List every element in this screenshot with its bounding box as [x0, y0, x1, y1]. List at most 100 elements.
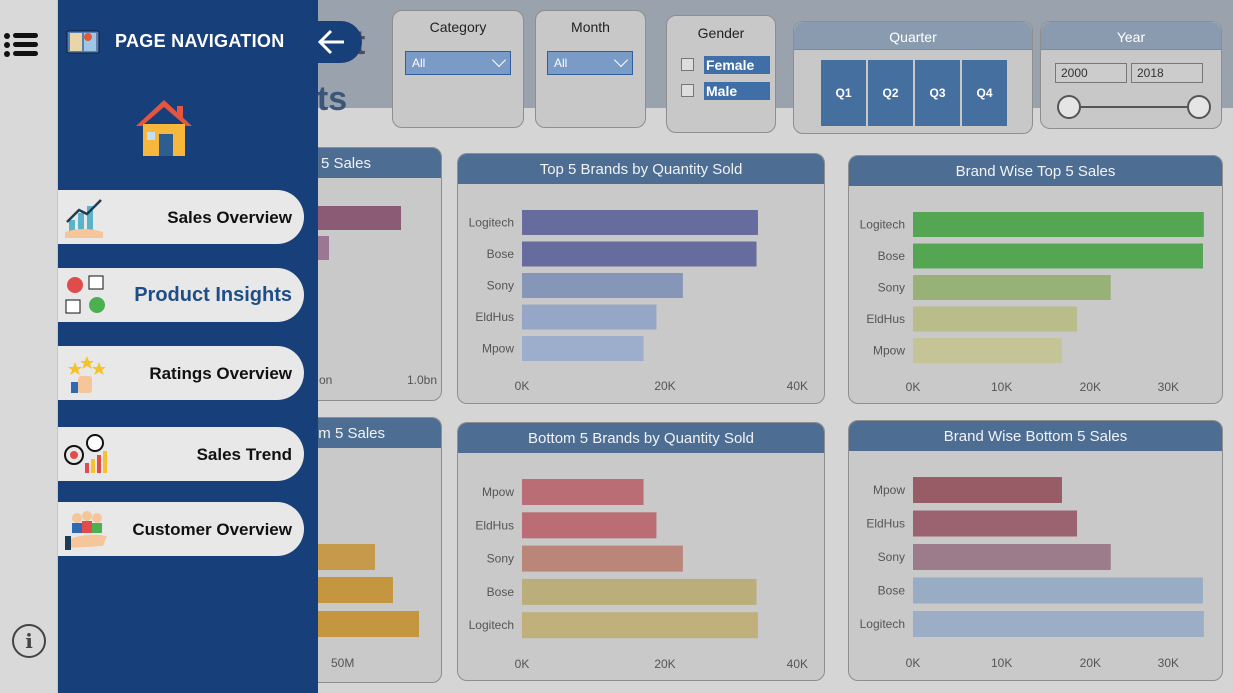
category-label: Mpow — [482, 485, 514, 499]
bar — [913, 577, 1203, 604]
bar — [522, 304, 657, 330]
tick-label: 0K — [906, 380, 921, 394]
nav-product-insights[interactable]: Product Insights — [58, 268, 304, 322]
gender-slicer: Gender Female Male — [666, 15, 776, 133]
top-brands-quantity-chart: Logitech Bose Sony EldHus Mpow 0K 20K 40K — [469, 210, 808, 393]
nav-label: Sales Trend — [196, 445, 292, 464]
customers-hand-icon — [65, 511, 107, 550]
nav-sales-trend[interactable]: Sales Trend — [58, 427, 304, 481]
bar — [913, 275, 1111, 300]
tick-label: 20K — [1080, 380, 1101, 394]
year-to-input[interactable]: 2018 — [1131, 63, 1203, 83]
tick-label: 0K — [515, 379, 530, 393]
partial-tick: on — [319, 373, 332, 387]
category-label: Logitech — [860, 218, 905, 232]
category-label: EldHus — [866, 312, 905, 326]
bottom-brands-quantity-card: Bottom 5 Brands by Quantity Sold Mpow Eld… — [457, 422, 825, 681]
navigation-title: PAGE NAVIGATION — [115, 31, 285, 51]
menu-icon[interactable] — [4, 30, 40, 60]
nav-sales-overview[interactable]: Sales Overview — [58, 190, 304, 244]
month-value: All — [554, 56, 568, 70]
quarter-q3-button[interactable]: Q3 — [915, 60, 960, 126]
year-from-input[interactable]: 2000 — [1055, 63, 1127, 83]
partial-tick: 50M — [331, 656, 354, 670]
category-label: EldHus — [475, 310, 514, 324]
checkbox-icon — [681, 58, 694, 71]
growth-chart-icon — [65, 199, 103, 238]
chevron-down-icon — [613, 52, 629, 68]
category-label: Sony — [487, 552, 514, 566]
star-rating-icon — [68, 356, 106, 393]
top-brands-quantity-card: Top 5 Brands by Quantity Sold Logitech Bo… — [457, 153, 825, 404]
tick-label: 20K — [1080, 656, 1101, 670]
left-rail: i — [0, 0, 58, 693]
tick-label: 10K — [991, 380, 1012, 394]
tick-label: 20K — [654, 657, 675, 671]
trend-target-icon — [64, 434, 107, 473]
category-label: Bose — [878, 249, 906, 263]
year-slider-end-handle — [1187, 95, 1211, 119]
category-dropdown[interactable]: All — [405, 51, 511, 75]
nav-customer-overview[interactable]: Customer Overview — [58, 502, 304, 556]
bar — [522, 273, 683, 298]
bar — [913, 306, 1078, 332]
quarter-q4-button[interactable]: Q4 — [962, 60, 1007, 126]
brand-top-sales-chart: Logitech Bose Sony EldHus Mpow 0K 10K 20K 30K — [860, 212, 1204, 394]
gender-female-checkbox[interactable]: Female — [681, 56, 770, 74]
info-icon[interactable]: i — [12, 624, 46, 658]
chart-title: Top 5 Brands by Quantity Sold — [458, 154, 824, 184]
nav-label: Ratings Overview — [149, 364, 292, 383]
chart-title: Bottom 5 Brands by Quantity Sold — [458, 423, 824, 453]
month-slicer: Month All — [535, 10, 646, 128]
month-dropdown[interactable]: All — [547, 51, 633, 75]
tick-label: 30K — [1158, 380, 1179, 394]
gender-male-label: Male — [704, 82, 770, 100]
home-icon[interactable] — [133, 96, 195, 158]
bar — [913, 338, 1062, 363]
category-label: Category — [429, 19, 487, 35]
bar — [522, 210, 758, 235]
chart-title: Brand Wise Top 5 Sales — [849, 156, 1222, 186]
partial-tick: 1.0bn — [407, 373, 437, 387]
gender-female-label: Female — [704, 56, 770, 74]
bar — [522, 512, 657, 539]
year-slider-start-handle — [1057, 95, 1081, 119]
bar — [913, 243, 1203, 269]
category-label: Sony — [878, 550, 905, 564]
category-label: Sony — [487, 279, 514, 293]
month-label: Month — [571, 19, 610, 35]
quarter-q1-button[interactable]: Q1 — [821, 60, 866, 126]
bar — [522, 479, 644, 505]
category-label: Logitech — [469, 216, 514, 230]
gender-label: Gender — [697, 25, 745, 41]
bar — [522, 578, 757, 605]
category-label: Logitech — [469, 618, 514, 632]
bar — [913, 510, 1078, 537]
chevron-down-icon — [491, 52, 507, 68]
navigation-panel: PAGE NAVIGATION Sales Overview Product I… — [58, 0, 318, 693]
nav-label: Product Insights — [134, 284, 292, 306]
quarter-q2-button[interactable]: Q2 — [868, 60, 913, 126]
category-label: Logitech — [860, 617, 905, 631]
gender-male-checkbox[interactable]: Male — [681, 82, 770, 100]
category-label: Mpow — [873, 483, 905, 497]
tick-label: 40K — [787, 657, 808, 671]
checkbox-icon — [681, 84, 694, 97]
bar — [522, 241, 757, 267]
feedback-faces-icon — [65, 275, 105, 314]
bar — [913, 477, 1062, 503]
category-slicer: Category All — [392, 10, 524, 128]
category-label: EldHus — [475, 518, 514, 532]
tick-label: 10K — [991, 656, 1012, 670]
category-label: EldHus — [866, 517, 905, 531]
year-range-slider[interactable] — [1041, 87, 1223, 127]
bar — [522, 545, 683, 572]
nav-label: Sales Overview — [167, 208, 292, 227]
category-label: Mpow — [873, 344, 905, 358]
nav-label: Customer Overview — [132, 520, 292, 539]
year-label: Year — [1041, 22, 1221, 50]
nav-ratings-overview[interactable]: Ratings Overview — [58, 346, 304, 400]
bottom-brands-quantity-chart: Mpow EldHus Sony Bose Logitech 0K 20K 40K — [469, 479, 808, 671]
category-value: All — [412, 56, 426, 70]
brand-top-sales-card: Brand Wise Top 5 Sales Logitech Bose Sony E… — [848, 155, 1223, 404]
